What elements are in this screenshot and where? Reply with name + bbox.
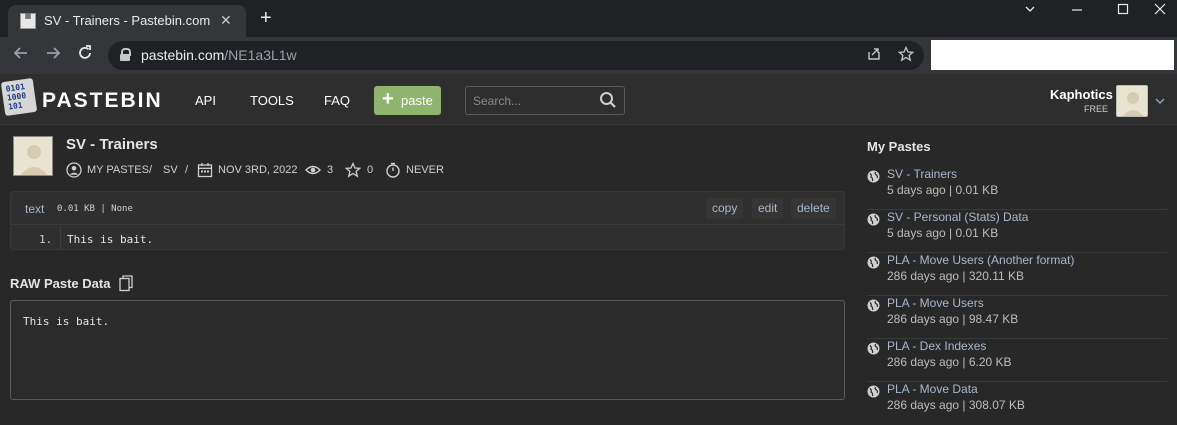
my-pastes-heading: My Pastes <box>867 139 931 154</box>
globe-icon <box>867 385 880 398</box>
code-line[interactable]: This is bait. <box>67 233 153 246</box>
code-toolbar: text 0.01 KB | None copy edit delete <box>11 192 844 225</box>
my-paste-item: PLA - Move Data 286 days ago | 308.07 KB <box>867 382 1167 425</box>
tab-title: SV - Trainers - Pastebin.com <box>44 13 211 28</box>
my-paste-link[interactable]: PLA - Move Users (Another format) <box>887 253 1074 267</box>
my-paste-item: PLA - Dex Indexes 286 days ago | 6.20 KB <box>867 339 1167 382</box>
share-icon[interactable] <box>866 46 882 66</box>
my-paste-item: PLA - Move Users (Another format) 286 da… <box>867 253 1167 296</box>
clipboard-icon[interactable] <box>119 275 133 292</box>
plus-icon: + <box>382 88 394 110</box>
author-link[interactable]: MY PASTES <box>87 164 149 176</box>
my-paste-info: 286 days ago | 320.11 KB <box>887 269 1024 283</box>
timer-icon <box>385 162 401 178</box>
address-bar[interactable]: pastebin.com/NE1a3L1w <box>108 41 924 70</box>
raw-data-text: This is bait. <box>23 315 110 328</box>
eye-icon <box>305 162 321 178</box>
my-paste-item: SV - Trainers 5 days ago | 0.01 KB <box>867 167 1167 210</box>
forward-icon[interactable] <box>44 44 62 67</box>
new-tab-icon[interactable]: + <box>260 8 272 28</box>
back-icon[interactable] <box>12 44 30 67</box>
my-paste-link[interactable]: SV - Personal (Stats) Data <box>887 210 1028 224</box>
redacted-area <box>931 40 1174 70</box>
nav-api[interactable]: API <box>195 93 216 108</box>
my-paste-info: 5 days ago | 0.01 KB <box>887 226 999 240</box>
raw-data-textarea[interactable]: This is bait. <box>10 300 845 400</box>
folder-link[interactable]: SV <box>163 164 178 176</box>
globe-icon <box>867 299 880 312</box>
code-viewer: text 0.01 KB | None copy edit delete 1. … <box>10 191 845 250</box>
my-paste-item: PLA - Move Users 286 days ago | 98.47 KB <box>867 296 1167 339</box>
paste-size-info: 0.01 KB | None <box>57 204 133 214</box>
browser-tab[interactable]: ▦ SV - Trainers - Pastebin.com ✕ <box>8 5 246 37</box>
line-gutter <box>60 226 61 250</box>
star-count: 0 <box>367 164 374 176</box>
url-text: pastebin.com/NE1a3L1w <box>141 47 297 63</box>
tab-search-icon[interactable] <box>1010 2 1050 22</box>
user-avatar[interactable] <box>1116 85 1148 117</box>
globe-icon <box>867 170 880 183</box>
user-plan: FREE <box>1084 104 1109 114</box>
search-input[interactable] <box>466 87 591 114</box>
pastebin-logo-icon[interactable]: 0101 1000 101 <box>0 77 38 117</box>
user-name[interactable]: Kaphotics <box>1050 87 1113 102</box>
my-paste-link[interactable]: PLA - Move Data <box>887 382 978 396</box>
close-window-icon[interactable] <box>1140 2 1177 22</box>
user-icon <box>66 162 82 178</box>
meta-separator: / <box>185 164 189 176</box>
edit-button[interactable]: edit <box>752 198 784 219</box>
chevron-down-icon[interactable] <box>1155 93 1165 105</box>
paste-title: SV - Trainers <box>66 136 158 153</box>
tab-close-icon[interactable]: ✕ <box>220 12 232 29</box>
globe-icon <box>867 342 880 355</box>
view-count: 3 <box>327 164 334 176</box>
delete-button[interactable]: delete <box>791 198 836 219</box>
lock-icon <box>120 48 131 61</box>
my-paste-item: SV - Personal (Stats) Data 5 days ago | … <box>867 210 1167 253</box>
search-box <box>465 86 625 115</box>
meta-separator: / <box>149 164 153 176</box>
star-icon[interactable] <box>344 161 362 178</box>
globe-icon <box>867 256 880 269</box>
paste-expiry: NEVER <box>406 164 444 176</box>
bookmark-star-icon[interactable] <box>897 45 915 66</box>
maximize-icon[interactable] <box>1103 2 1143 22</box>
new-paste-button[interactable]: + paste <box>374 86 441 115</box>
my-paste-link[interactable]: PLA - Dex Indexes <box>887 339 986 353</box>
address-bar-row: pastebin.com/NE1a3L1w <box>0 37 1177 74</box>
paste-date: NOV 3RD, 2022 <box>218 164 298 176</box>
site-logo-text[interactable]: PASTEBIN <box>42 89 163 113</box>
my-paste-link[interactable]: PLA - Move Users <box>887 296 984 310</box>
line-number: 1. <box>39 233 53 246</box>
browser-tab-bar: ▦ SV - Trainers - Pastebin.com ✕ + <box>0 0 1177 37</box>
search-icon[interactable] <box>599 91 617 109</box>
my-paste-info: 286 days ago | 308.07 KB <box>887 398 1025 412</box>
my-paste-link[interactable]: SV - Trainers <box>887 167 957 181</box>
syntax-language-link[interactable]: text <box>25 202 44 216</box>
nav-tools[interactable]: TOOLS <box>250 93 294 108</box>
my-paste-info: 5 days ago | 0.01 KB <box>887 183 999 197</box>
raw-data-heading: RAW Paste Data <box>10 276 111 291</box>
my-paste-info: 286 days ago | 6.20 KB <box>887 355 1012 369</box>
reload-icon[interactable] <box>76 44 94 67</box>
calendar-icon <box>197 162 213 178</box>
minimize-icon[interactable] <box>1057 2 1097 22</box>
site-header: 0101 1000 101 PASTEBIN API TOOLS FAQ + pas… <box>0 74 1177 125</box>
globe-icon <box>867 213 880 226</box>
my-paste-info: 286 days ago | 98.47 KB <box>887 312 1019 326</box>
new-paste-label: paste <box>401 93 433 108</box>
nav-faq[interactable]: FAQ <box>324 93 350 108</box>
pastebin-favicon-icon: ▦ <box>20 13 36 29</box>
copy-button[interactable]: copy <box>706 198 744 219</box>
author-avatar[interactable] <box>13 136 53 176</box>
